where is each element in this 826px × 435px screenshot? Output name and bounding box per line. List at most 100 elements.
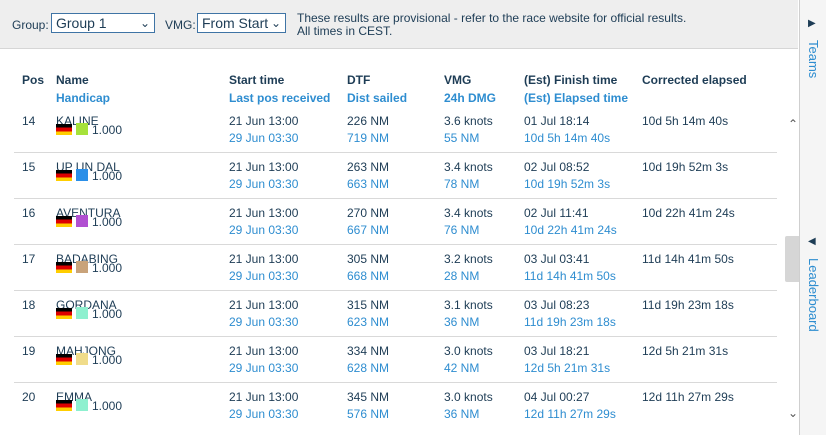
header-corrected-elapsed[interactable]: Corrected elapsed — [642, 73, 747, 87]
finish-time: 03 Jul 03:41 — [524, 252, 590, 266]
header-last-pos[interactable]: Last pos received — [229, 91, 330, 105]
last-pos-received: 29 Jun 03:30 — [229, 131, 299, 145]
dmg-24h: 36 NM — [444, 315, 480, 329]
dist-sailed: 623 NM — [347, 315, 390, 329]
germany-flag-icon — [56, 400, 72, 411]
group-select-value: Group 1 — [56, 15, 107, 31]
finish-time: 02 Jul 08:52 — [524, 160, 590, 174]
vmg-select-value: From Start — [202, 15, 269, 31]
dist-sailed: 628 NM — [347, 361, 390, 375]
leaderboard-label[interactable]: Leaderboard — [806, 258, 821, 332]
vmg: 3.1 knots — [444, 298, 493, 312]
table-row[interactable]: 15 UP UN DAL 1.000 21 Jun 13:00 29 Jun 0… — [14, 152, 777, 199]
header-pos[interactable]: Pos — [22, 73, 44, 87]
group-select[interactable]: Group 1 ⌄ — [51, 13, 155, 33]
germany-flag-icon — [56, 262, 72, 273]
handicap: 1.000 — [92, 307, 123, 321]
start-time: 21 Jun 13:00 — [229, 344, 299, 358]
dmg-24h: 76 NM — [444, 223, 480, 237]
finish-time: 03 Jul 08:23 — [524, 298, 590, 312]
pos: 18 — [22, 298, 36, 312]
corrected-elapsed: 12d 11h 27m 29s — [642, 390, 734, 404]
header-name[interactable]: Name — [56, 73, 89, 87]
dmg-24h: 42 NM — [444, 361, 480, 375]
header-elapsed-time[interactable]: (Est) Elapsed time — [524, 91, 628, 105]
notice-line-2: All times in CEST. — [297, 24, 393, 38]
header-finish-time[interactable]: (Est) Finish time — [524, 73, 617, 87]
handicap: 1.000 — [92, 215, 123, 229]
elapsed-time: 11d 19h 23m 18s — [524, 315, 616, 329]
elapsed-time: 11d 14h 41m 50s — [524, 269, 616, 283]
corrected-elapsed: 11d 14h 41m 50s — [642, 252, 734, 266]
header-24h-dmg[interactable]: 24h DMG — [444, 91, 496, 105]
elapsed-time: 12d 11h 27m 29s — [524, 407, 616, 421]
germany-flag-icon — [56, 216, 72, 227]
header-vmg[interactable]: VMG — [444, 73, 471, 87]
corrected-elapsed: 10d 5h 14m 40s — [642, 114, 729, 128]
color-swatch — [76, 261, 88, 273]
tab-leaderboard[interactable]: ◀ Leaderboard — [800, 236, 826, 356]
color-swatch — [76, 123, 88, 135]
table-row[interactable]: 14 KALINE 1.000 21 Jun 13:00 29 Jun 03:3… — [14, 106, 777, 153]
dmg-24h: 78 NM — [444, 177, 480, 191]
teams-label[interactable]: Teams — [806, 40, 821, 78]
dist-sailed: 668 NM — [347, 269, 390, 283]
elapsed-time: 10d 22h 41m 24s — [524, 223, 617, 237]
last-pos-received: 29 Jun 03:30 — [229, 269, 299, 283]
color-swatch — [76, 215, 88, 227]
last-pos-received: 29 Jun 03:30 — [229, 223, 299, 237]
start-time: 21 Jun 13:00 — [229, 298, 299, 312]
table-row[interactable]: 17 BADABING 1.000 21 Jun 13:00 29 Jun 03… — [14, 244, 777, 291]
start-time: 21 Jun 13:00 — [229, 252, 299, 266]
table-row[interactable]: 16 AVENTURA 1.000 21 Jun 13:00 29 Jun 03… — [14, 198, 777, 245]
header-start-time[interactable]: Start time — [229, 73, 284, 87]
triangle-left-icon[interactable]: ◀ — [808, 236, 816, 247]
triangle-right-icon[interactable]: ▶ — [808, 18, 816, 29]
color-swatch — [76, 353, 88, 365]
handicap: 1.000 — [92, 399, 123, 413]
last-pos-received: 29 Jun 03:30 — [229, 407, 299, 421]
pos: 20 — [22, 390, 36, 404]
side-panel: ▶ Teams ◀ Leaderboard — [799, 0, 826, 435]
handicap: 1.000 — [92, 123, 123, 137]
dist-sailed: 667 NM — [347, 223, 390, 237]
elapsed-time: 10d 5h 14m 40s — [524, 131, 611, 145]
header-handicap[interactable]: Handicap — [56, 91, 110, 105]
group-label: Group: — [12, 18, 49, 32]
handicap: 1.000 — [92, 261, 123, 275]
header-dist-sailed[interactable]: Dist sailed — [347, 91, 407, 105]
vmg: 3.6 knots — [444, 114, 493, 128]
color-swatch — [76, 169, 88, 181]
start-time: 21 Jun 13:00 — [229, 206, 299, 220]
dist-sailed: 719 NM — [347, 131, 390, 145]
dist-sailed: 576 NM — [347, 407, 390, 421]
last-pos-received: 29 Jun 03:30 — [229, 177, 299, 191]
dmg-24h: 28 NM — [444, 269, 480, 283]
dtf: 345 NM — [347, 390, 390, 404]
corrected-elapsed: 10d 22h 41m 24s — [642, 206, 735, 220]
dtf: 334 NM — [347, 344, 390, 358]
chevron-down-icon: ⌄ — [139, 16, 150, 30]
corrected-elapsed: 10d 19h 52m 3s — [642, 160, 729, 174]
table-row[interactable]: 19 MAHJONG 1.000 21 Jun 13:00 29 Jun 03:… — [14, 336, 777, 383]
tab-teams[interactable]: ▶ Teams — [800, 18, 826, 98]
pos: 16 — [22, 206, 36, 220]
corrected-elapsed: 12d 5h 21m 31s — [642, 344, 729, 358]
germany-flag-icon — [56, 124, 72, 135]
start-time: 21 Jun 13:00 — [229, 160, 299, 174]
dmg-24h: 55 NM — [444, 131, 480, 145]
finish-time: 01 Jul 18:14 — [524, 114, 590, 128]
finish-time: 03 Jul 18:21 — [524, 344, 590, 358]
provisional-notice: These results are provisional - refer to… — [297, 12, 686, 38]
header-dtf[interactable]: DTF — [347, 73, 370, 87]
dist-sailed: 663 NM — [347, 177, 390, 191]
germany-flag-icon — [56, 354, 72, 365]
elapsed-time: 10d 19h 52m 3s — [524, 177, 611, 191]
filter-bar: Group: Group 1 ⌄ VMG: From Start ⌄ These… — [0, 0, 798, 49]
pos: 19 — [22, 344, 36, 358]
table-row[interactable]: 20 EMMA 1.000 21 Jun 13:00 29 Jun 03:30 … — [14, 382, 777, 428]
start-time: 21 Jun 13:00 — [229, 114, 299, 128]
table-row[interactable]: 18 GORDANA 1.000 21 Jun 13:00 29 Jun 03:… — [14, 290, 777, 337]
vmg-select[interactable]: From Start ⌄ — [197, 13, 286, 33]
dtf: 263 NM — [347, 160, 390, 174]
